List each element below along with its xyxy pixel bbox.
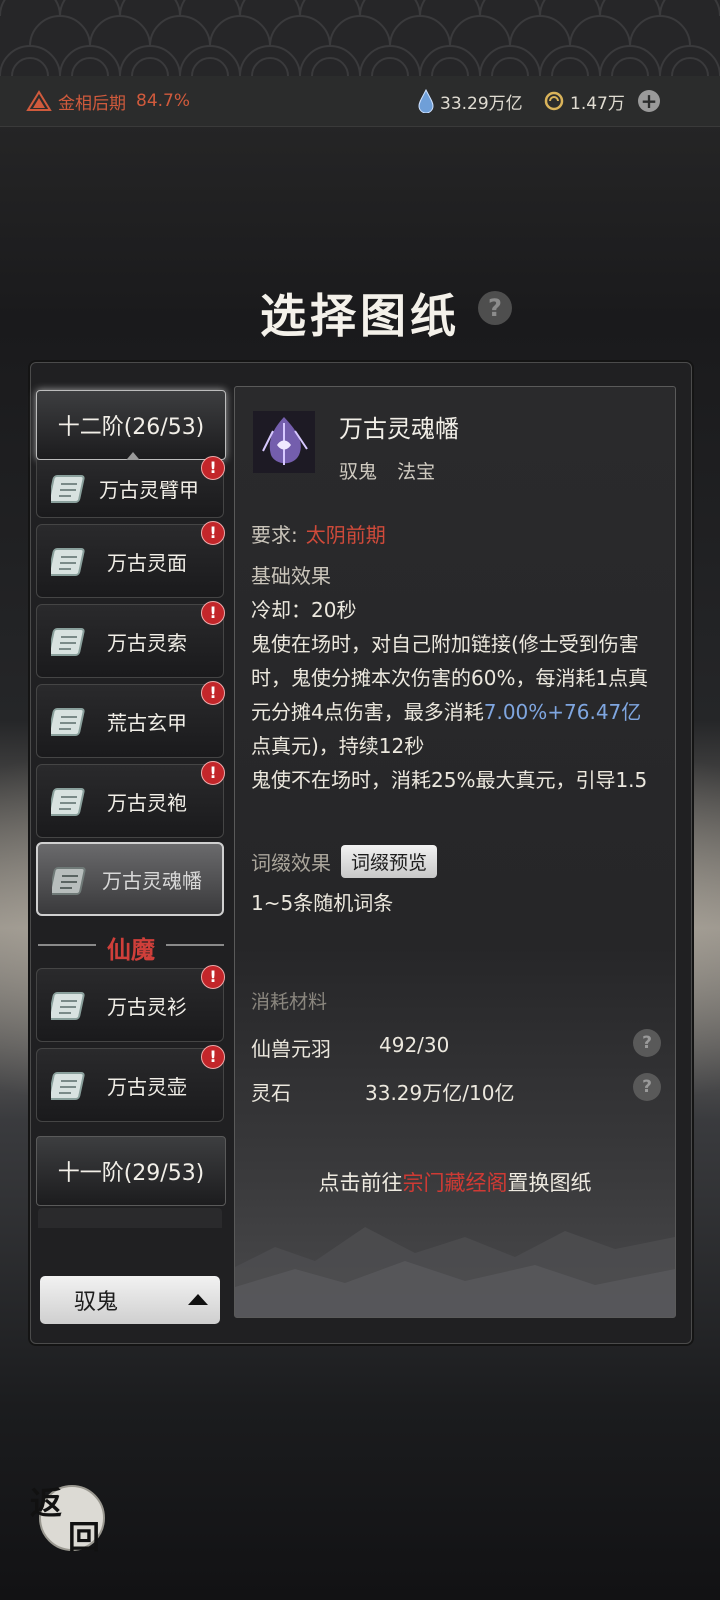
realm-icon <box>26 90 52 111</box>
alert-icon: ! <box>201 761 225 785</box>
cooldown-text: 冷却：20秒 <box>251 598 357 622</box>
gold-coin-icon <box>544 91 564 111</box>
material-count: 33.29万亿/10亿 <box>365 1081 515 1105</box>
goto-prefix: 点击前往 <box>318 1171 403 1195</box>
status-bar: 金相后期 84.7% 33.29万亿 1.47万 + <box>0 76 720 127</box>
back-label-1: 返 <box>30 1484 63 1522</box>
list-item[interactable]: 万古灵衫 ! <box>36 965 225 1042</box>
add-currency-button[interactable]: + <box>638 90 660 112</box>
requirement-value: 太阴前期 <box>305 523 386 547</box>
base-effect-label: 基础效果 <box>251 564 331 588</box>
soul-banner-icon <box>253 411 315 473</box>
scroll-icon <box>51 708 85 736</box>
scroll-icon <box>51 992 85 1020</box>
item-name: 万古灵面 <box>107 550 187 575</box>
affix-description: 1~5条随机词条 <box>251 891 394 915</box>
material-help-icon[interactable]: ? <box>633 1029 661 1057</box>
item-tag: 法宝 <box>397 461 436 483</box>
effect-1b-value: 7.00%+76.47亿 <box>483 700 642 724</box>
blueprint-list: 十二阶(26/53) 万古灵臂甲 ! 万古灵面 ! 万古灵索 ! 荒古玄甲 ! … <box>36 390 226 1325</box>
item-tag: 驭鬼 <box>339 461 378 483</box>
effect-1c: 点真元)，持续12秒 <box>251 734 425 758</box>
item-title: 万古灵魂幡 <box>339 415 459 443</box>
material-help-icon[interactable]: ? <box>633 1073 661 1101</box>
top-decoration <box>0 0 720 76</box>
tier-header-11[interactable]: 十一阶(29/53) <box>36 1136 226 1206</box>
caret-up-icon <box>188 1294 208 1305</box>
alert-icon: ! <box>201 601 225 625</box>
gold-amount: 1.47万 <box>570 93 625 114</box>
requirement-label: 要求: <box>251 523 298 547</box>
affix-label: 词缀效果 <box>251 851 331 875</box>
requirement: 要求: 太阴前期 <box>251 519 386 548</box>
section-label: 仙魔 <box>107 935 155 964</box>
blueprint-detail: 万古灵魂幡 驭鬼 法宝 要求: 太阴前期 基础效果 冷却：20秒 鬼使在场时，对自… <box>234 386 676 1318</box>
item-name: 万古灵壶 <box>107 1074 187 1099</box>
tier-header-12[interactable]: 十二阶(26/53) <box>36 390 226 460</box>
item-name: 万古灵臂甲 <box>99 478 199 502</box>
scroll-icon <box>51 1072 85 1100</box>
item-name: 万古灵索 <box>107 630 187 655</box>
effect-text-1: 鬼使在场时，对自己附加链接(修士受到伤害时，鬼使分摊本次伤害的60%，每消耗1点… <box>251 627 655 763</box>
realm-indicator[interactable]: 金相后期 84.7% <box>26 89 190 114</box>
list-item-selected[interactable]: 万古灵魂幡 <box>36 842 224 916</box>
affix-row: 词缀效果 词缀预览 <box>251 845 438 878</box>
item-tags: 驭鬼 法宝 <box>339 457 449 484</box>
scroll-icon <box>51 788 85 816</box>
alert-icon: ! <box>201 521 225 545</box>
material-name: 灵石 <box>251 1081 291 1105</box>
spirit-amount: 33.29万亿 <box>440 93 523 114</box>
gold-counter: 1.47万 <box>544 89 625 114</box>
item-name: 万古灵袍 <box>107 790 187 815</box>
item-name: 万古灵衫 <box>107 994 187 1019</box>
back-button[interactable]: 返 回 <box>30 1476 110 1556</box>
exchange-hint: 点击前往宗门藏经阁置换图纸 <box>235 1167 675 1197</box>
list-item[interactable]: 荒古玄甲 ! <box>36 681 225 758</box>
divider-line-right <box>166 944 224 946</box>
filter-label: 驭鬼 <box>74 1290 119 1315</box>
material-name: 仙兽元羽 <box>251 1037 331 1061</box>
effect-description[interactable]: 基础效果 冷却：20秒 鬼使在场时，对自己附加链接(修士受到伤害时，鬼使分摊本次… <box>251 559 655 799</box>
back-label-2: 回 <box>68 1518 101 1556</box>
realm-progress: 84.7% <box>136 91 191 111</box>
spirit-stone-counter: 33.29万亿 <box>418 89 523 114</box>
material-count: 492/30 <box>379 1033 450 1057</box>
section-divider: 仙魔 <box>36 930 226 964</box>
list-item[interactable]: 万古灵袍 ! <box>36 761 225 838</box>
item-name: 荒古玄甲 <box>107 710 187 735</box>
help-icon[interactable]: ? <box>478 291 512 325</box>
alert-icon: ! <box>201 681 225 705</box>
page-title: 选择图纸 <box>260 289 460 343</box>
library-link[interactable]: 宗门藏经阁 <box>403 1171 508 1195</box>
spirit-drop-icon <box>418 89 434 113</box>
alert-icon: ! <box>201 1045 225 1069</box>
category-filter-dropdown[interactable]: 驭鬼 <box>40 1276 220 1324</box>
list-item[interactable]: 万古灵壶 ! <box>36 1045 225 1122</box>
scroll-icon <box>51 475 85 503</box>
list-item[interactable]: 万古灵面 ! <box>36 521 225 598</box>
affix-preview-button[interactable]: 词缀预览 <box>341 845 438 878</box>
materials-label: 消耗材料 <box>251 991 328 1013</box>
alert-icon: ! <box>201 456 225 480</box>
item-name: 万古灵魂幡 <box>102 868 202 893</box>
alert-icon: ! <box>201 965 225 989</box>
goto-suffix: 置换图纸 <box>507 1171 592 1195</box>
next-tier-peek <box>38 1208 222 1228</box>
list-item[interactable]: 万古灵臂甲 ! <box>36 456 225 518</box>
effect-text-2: 鬼使不在场时，消耗25%最大真元，引导1.5秒召唤鬼使（鬼使死亡4秒后，消 <box>251 768 648 792</box>
list-item[interactable]: 万古灵索 ! <box>36 601 225 678</box>
scroll-icon <box>51 548 85 576</box>
scroll-icon <box>52 867 86 895</box>
scroll-icon <box>51 628 85 656</box>
realm-name: 金相后期 <box>58 93 126 114</box>
